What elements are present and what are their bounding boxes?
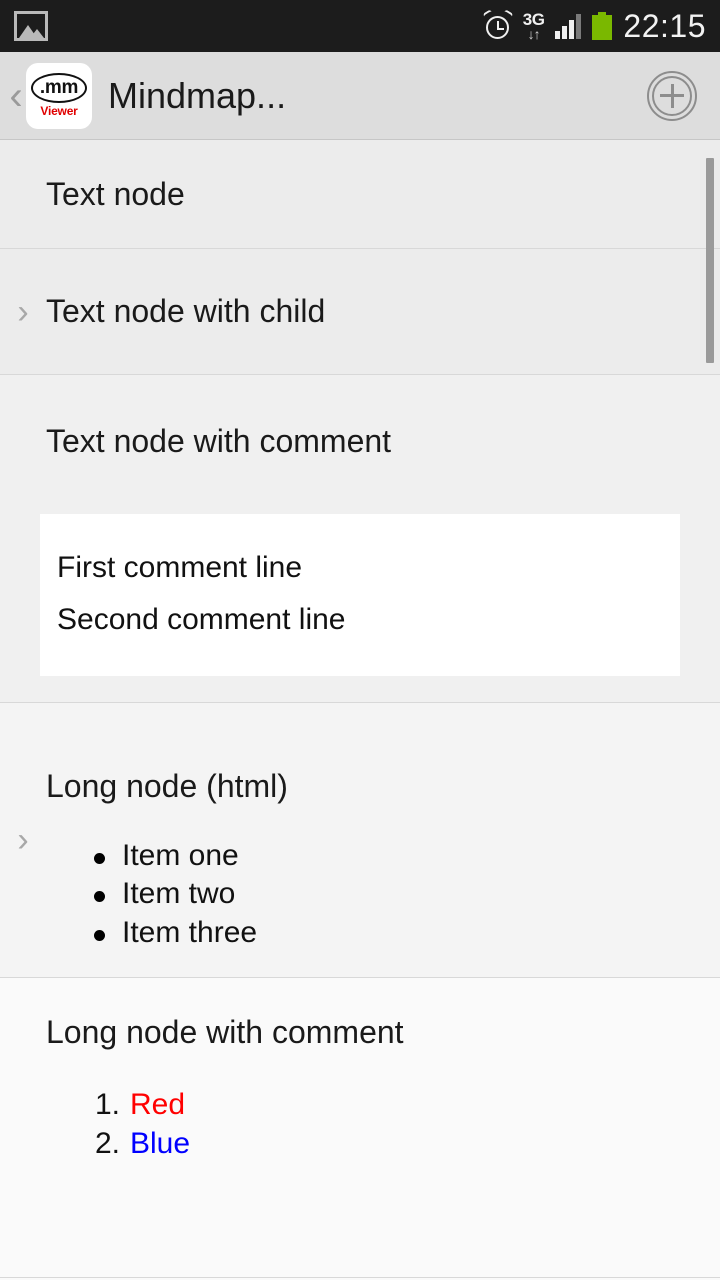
node-title: Text node with child	[46, 293, 326, 330]
list-item[interactable]: Long node with comment Red Blue	[0, 978, 720, 1278]
network-3g-icon: 3G ↓↑	[523, 11, 545, 41]
status-bar-clock: 22:15	[623, 7, 706, 44]
comment-line: Second comment line	[57, 602, 346, 636]
ordered-item-text: Blue	[130, 1126, 191, 1160]
list-item[interactable]: › Long node (html) Item one Item two Ite…	[0, 703, 720, 978]
data-transfer-arrows-icon: ↓↑	[527, 26, 541, 42]
list-item[interactable]: Text node with comment First comment lin…	[0, 375, 720, 703]
scrollbar-track[interactable]	[706, 140, 714, 1280]
list-ordered-item: Red	[46, 1085, 720, 1124]
scrollbar-thumb[interactable]	[706, 158, 714, 363]
alarm-clock-icon	[482, 9, 514, 41]
node-title: Text node with comment	[46, 423, 392, 459]
battery-icon	[592, 12, 613, 40]
list-bullet-item: Item one	[46, 837, 720, 875]
comment-line: First comment line	[57, 550, 303, 584]
app-icon-viewer-label: Viewer	[40, 104, 78, 118]
node-bullet-list: Item one Item two Item three	[46, 837, 720, 952]
status-bar-system-icons: 3G ↓↑ 22:15	[482, 7, 720, 45]
list-bullet-item: Item two	[46, 875, 720, 913]
node-list[interactable]: Text node › Text node with child Text no…	[0, 140, 720, 1280]
node-title: Text node	[46, 175, 185, 212]
app-icon-oval-label: .mm	[31, 73, 87, 103]
node-title: Long node (html)	[46, 768, 288, 805]
node-title: Long node with comment	[46, 1014, 404, 1050]
list-bullet-item: Item three	[46, 914, 720, 952]
node-comment-box: First comment line Second comment line	[40, 513, 680, 676]
list-item[interactable]: › Text node with child	[0, 249, 720, 375]
image-notification-icon	[14, 11, 48, 41]
expand-chevron-icon[interactable]: ›	[0, 823, 46, 857]
add-node-button[interactable]	[647, 70, 697, 121]
page-title: Mindmap...	[108, 74, 287, 116]
status-bar: 3G ↓↑ 22:15	[0, 0, 720, 52]
expand-chevron-icon[interactable]: ›	[0, 295, 46, 329]
action-bar: ‹ .mm Viewer Mindmap...	[0, 52, 720, 140]
list-ordered-item: Blue	[46, 1124, 720, 1163]
app-icon[interactable]: .mm Viewer	[26, 62, 92, 129]
ordered-item-text: Red	[130, 1087, 186, 1121]
status-bar-notifications	[0, 11, 48, 41]
list-item[interactable]: Text node	[0, 140, 720, 249]
node-ordered-list: Red Blue	[46, 1085, 720, 1163]
signal-bars-icon	[555, 13, 582, 39]
